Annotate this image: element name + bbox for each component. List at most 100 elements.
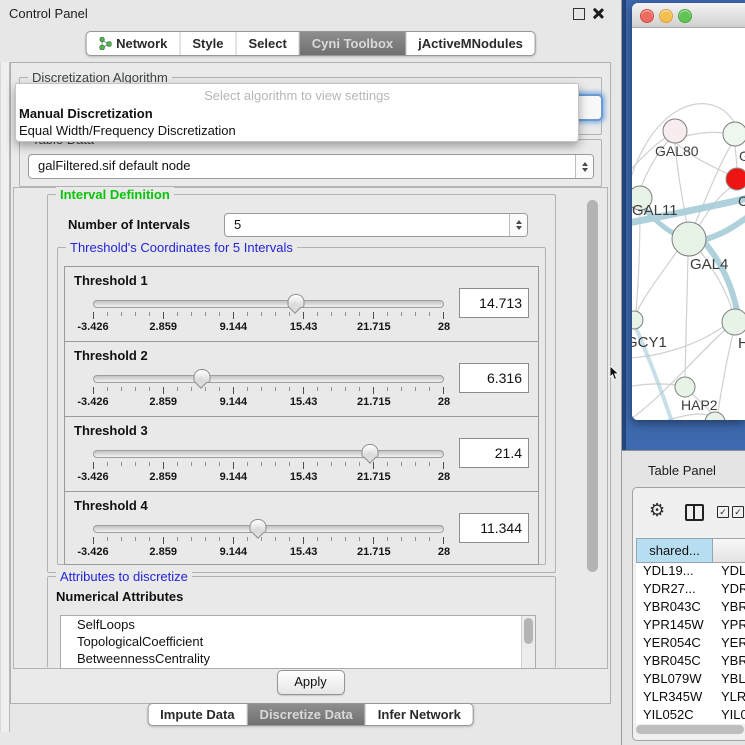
threshold-3-value-field[interactable]: 21.4	[459, 438, 529, 468]
table-row[interactable]: YIL052CYIL0	[636, 707, 745, 724]
tab-discretize-data[interactable]: Discretize Data	[248, 704, 366, 725]
threshold-panel-3: Threshold 3 -3.426 2.859 9.144	[65, 417, 538, 492]
network-icon	[98, 37, 111, 50]
tab-infer-network[interactable]: Infer Network	[366, 704, 473, 725]
horizontal-scrollbar[interactable]	[636, 725, 744, 734]
slider-thumb[interactable]	[362, 444, 379, 458]
gear-icon[interactable]: ⚙	[649, 501, 665, 519]
slider-track[interactable]	[93, 525, 444, 533]
slider-track[interactable]	[93, 450, 444, 458]
vertical-scrollbar[interactable]	[587, 200, 598, 572]
table-row[interactable]: YDL19...YDL1	[636, 563, 745, 581]
table-panel: Table Panel ⚙ ✓ ✓ shared... n YDL19...YD…	[622, 450, 745, 745]
threshold-4-label: Threshold 4	[74, 498, 148, 513]
column-header-shared-name[interactable]: shared...	[636, 538, 713, 563]
attributes-group-title: Attributes to discretize	[56, 569, 192, 584]
close-icon[interactable]	[592, 7, 605, 20]
threshold-3-slider[interactable]: -3.426 2.859 9.144 15.43 21.715 28	[93, 446, 444, 486]
table-row[interactable]: YDR27...YDR2	[636, 581, 745, 599]
table-data-combobox-value: galFiltered.sif default node	[38, 155, 190, 177]
table-row[interactable]: YER054CYER0	[636, 635, 745, 653]
mouse-cursor	[609, 366, 620, 381]
threshold-2-slider[interactable]: -3.426 2.859 9.144 15.43 21.715 28	[93, 371, 444, 411]
list-item-betweennesscentrality[interactable]: BetweennessCentrality	[61, 650, 535, 667]
list-item-topologicalcoefficient[interactable]: TopologicalCoefficient	[61, 633, 535, 650]
threshold-2-value-field[interactable]: 6.316	[459, 363, 529, 393]
checked-checkbox-icon[interactable]: ✓	[732, 506, 744, 518]
network-canvas[interactable]: GAL80 GA C GAL11 GAL4 GCY1 H HAP2	[632, 28, 745, 420]
threshold-4-value-field[interactable]: 11.344	[459, 513, 529, 543]
numerical-attributes-heading: Numerical Attributes	[56, 589, 183, 604]
node-label-gcy1: GCY1	[632, 334, 667, 351]
cyni-toolbox-panel: Discretization Algorithm Select algorith…	[10, 62, 611, 704]
tab-network[interactable]: Network	[86, 32, 180, 55]
node-bottom-partial[interactable]	[705, 412, 725, 420]
tab-network-label: Network	[116, 36, 167, 51]
node-label-hap2: HAP2	[681, 397, 718, 413]
threshold-1-slider[interactable]: -3.426 2.859 9.144 15.43 21.715 28	[93, 296, 444, 336]
minimize-traffic-light-icon[interactable]	[659, 9, 673, 23]
interval-definition-title: Interval Definition	[56, 187, 174, 202]
settings-scroll-panel: Interval Definition Number of Intervals …	[13, 187, 608, 669]
table-row[interactable]: YLR345WYLR3	[636, 689, 745, 707]
node-red[interactable]	[726, 168, 745, 190]
table-row[interactable]: YPR145WYPR1	[636, 617, 745, 635]
node-hap2[interactable]	[675, 377, 695, 397]
algorithm-dropdown-prompt: Select algorithm to view settings	[16, 84, 578, 103]
list-scrollbar[interactable]	[521, 616, 535, 668]
tab-select[interactable]: Select	[236, 32, 299, 55]
combo-stepper-icon[interactable]	[575, 155, 593, 178]
number-of-intervals-value: 5	[234, 214, 241, 236]
node-gal4[interactable]	[672, 222, 706, 256]
node-attribute-table: shared... n YDL19...YDL1 YDR27...YDR2 YB…	[636, 538, 745, 724]
combo-stepper-icon[interactable]	[509, 214, 527, 236]
slider-track[interactable]	[93, 375, 444, 383]
network-view-window: GAL80 GA C GAL11 GAL4 GCY1 H HAP2	[632, 3, 745, 420]
table-data-combobox[interactable]: galFiltered.sif default node	[28, 154, 594, 179]
slider-tick-labels: -3.426 2.859 9.144 15.43 21.715 28	[93, 546, 444, 558]
numerical-attributes-list: SelfLoops TopologicalCoefficient Between…	[60, 615, 536, 669]
node-top-right[interactable]	[723, 122, 745, 146]
threshold-1-value-field[interactable]: 14.713	[459, 288, 529, 318]
control-panel-window: Control Panel Network Style Select Cyni	[0, 0, 622, 745]
node-gcy1[interactable]	[632, 311, 643, 329]
algorithm-option-equal-width[interactable]: Equal Width/Frequency Discretization	[16, 121, 578, 138]
number-of-intervals-combobox[interactable]: 5	[224, 213, 528, 237]
cyni-bottom-tabs: Impute Data Discretize Data Infer Networ…	[147, 703, 474, 726]
threshold-3-label: Threshold 3	[74, 423, 148, 438]
zoom-traffic-light-icon[interactable]	[678, 9, 692, 23]
slider-thumb[interactable]	[287, 294, 304, 308]
threshold-4-slider[interactable]: -3.426 2.859 9.144 15.43 21.715 28	[93, 521, 444, 561]
threshold-1-label: Threshold 1	[74, 273, 148, 288]
node-label-c: C	[738, 193, 745, 209]
node-h[interactable]	[722, 309, 745, 335]
slider-track[interactable]	[93, 300, 444, 308]
tab-jactivemnodules[interactable]: jActiveMNodules	[406, 32, 535, 55]
table-row[interactable]: YBL079WYBL0	[636, 671, 745, 689]
table-data-group: Table Data galFiltered.sif default node	[19, 139, 602, 187]
float-window-icon[interactable]	[573, 8, 585, 20]
thresholds-list: Threshold 1 -3.426 2.859 9.144	[64, 266, 539, 565]
interval-definition-group: Interval Definition Number of Intervals …	[47, 194, 556, 573]
apply-button[interactable]: Apply	[277, 670, 345, 695]
tab-style[interactable]: Style	[180, 32, 236, 55]
table-row[interactable]: YBR043CYBR0	[636, 599, 745, 617]
checked-checkbox-icon[interactable]: ✓	[717, 506, 729, 518]
table-row[interactable]: YBR045CYBR0	[636, 653, 745, 671]
attributes-group: Attributes to discretize Numerical Attri…	[47, 576, 556, 668]
node-gal80[interactable]	[663, 119, 687, 143]
tab-cyni-toolbox[interactable]: Cyni Toolbox	[300, 32, 406, 55]
thresholds-group-title: Threshold's Coordinates for 5 Intervals	[66, 240, 297, 255]
slider-ticks	[93, 311, 444, 319]
close-traffic-light-icon[interactable]	[640, 9, 654, 23]
slider-thumb[interactable]	[193, 369, 210, 383]
tab-impute-data[interactable]: Impute Data	[148, 704, 247, 725]
left-scroll-strip[interactable]	[0, 62, 10, 732]
slider-thumb[interactable]	[249, 519, 266, 533]
list-item-selfloops[interactable]: SelfLoops	[61, 616, 535, 633]
threshold-panel-4: Threshold 4 -3.426 2.859 9.144	[65, 492, 538, 565]
column-header-name[interactable]: n	[713, 538, 745, 563]
slider-ticks	[93, 461, 444, 469]
column-split-icon[interactable]	[685, 504, 704, 521]
algorithm-option-manual[interactable]: Manual Discretization	[16, 103, 578, 121]
